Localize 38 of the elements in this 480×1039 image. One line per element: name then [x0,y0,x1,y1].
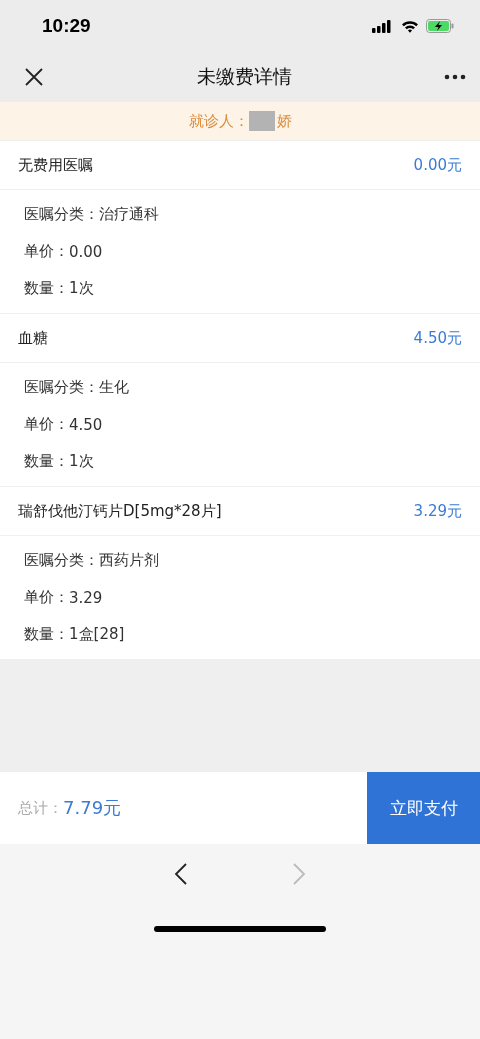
total-amount: 7.79元 [63,796,122,820]
detail-label: 数量： [24,279,69,298]
status-time: 10:29 [42,15,91,37]
battery-icon [426,19,454,33]
detail-label: 医嘱分类： [24,551,99,570]
detail-value: 3.29 [69,588,103,607]
item-amount: 3.29元 [413,501,462,521]
patient-label: 就诊人： [188,111,249,131]
detail-value: 西药片剂 [99,551,159,570]
detail-label: 医嘱分类： [24,205,99,224]
item-name: 无费用医嘱 [18,155,93,175]
detail-label: 单价： [24,242,69,261]
total-label: 总计： [18,798,63,818]
detail-value: 0.00 [69,242,103,261]
signal-icon [372,19,394,33]
detail-value: 4.50 [69,415,103,434]
item-name: 血糖 [18,328,48,348]
item-amount: 0.00元 [413,155,462,175]
back-icon[interactable] [174,863,188,885]
page-title: 未缴费详情 [196,64,292,89]
redaction-block [248,111,275,131]
detail-label: 单价： [24,588,69,607]
more-icon[interactable] [444,74,466,80]
item-name: 瑞舒伐他汀钙片D[5mg*28片] [18,501,222,521]
wifi-icon [401,19,419,33]
patient-name: 娇 [276,111,292,131]
detail-label: 单价： [24,415,69,434]
detail-value: 治疗通科 [99,205,159,224]
detail-value: 1盒[28] [69,625,125,644]
detail-label: 数量： [24,625,69,644]
detail-value: 1次 [69,279,94,298]
detail-value: 生化 [99,378,129,397]
pay-button[interactable]: 立即支付 [367,772,480,844]
detail-label: 数量： [24,452,69,471]
close-icon[interactable] [24,67,44,87]
detail-value: 1次 [69,452,94,471]
detail-label: 医嘱分类： [24,378,99,397]
item-amount: 4.50元 [413,328,462,348]
